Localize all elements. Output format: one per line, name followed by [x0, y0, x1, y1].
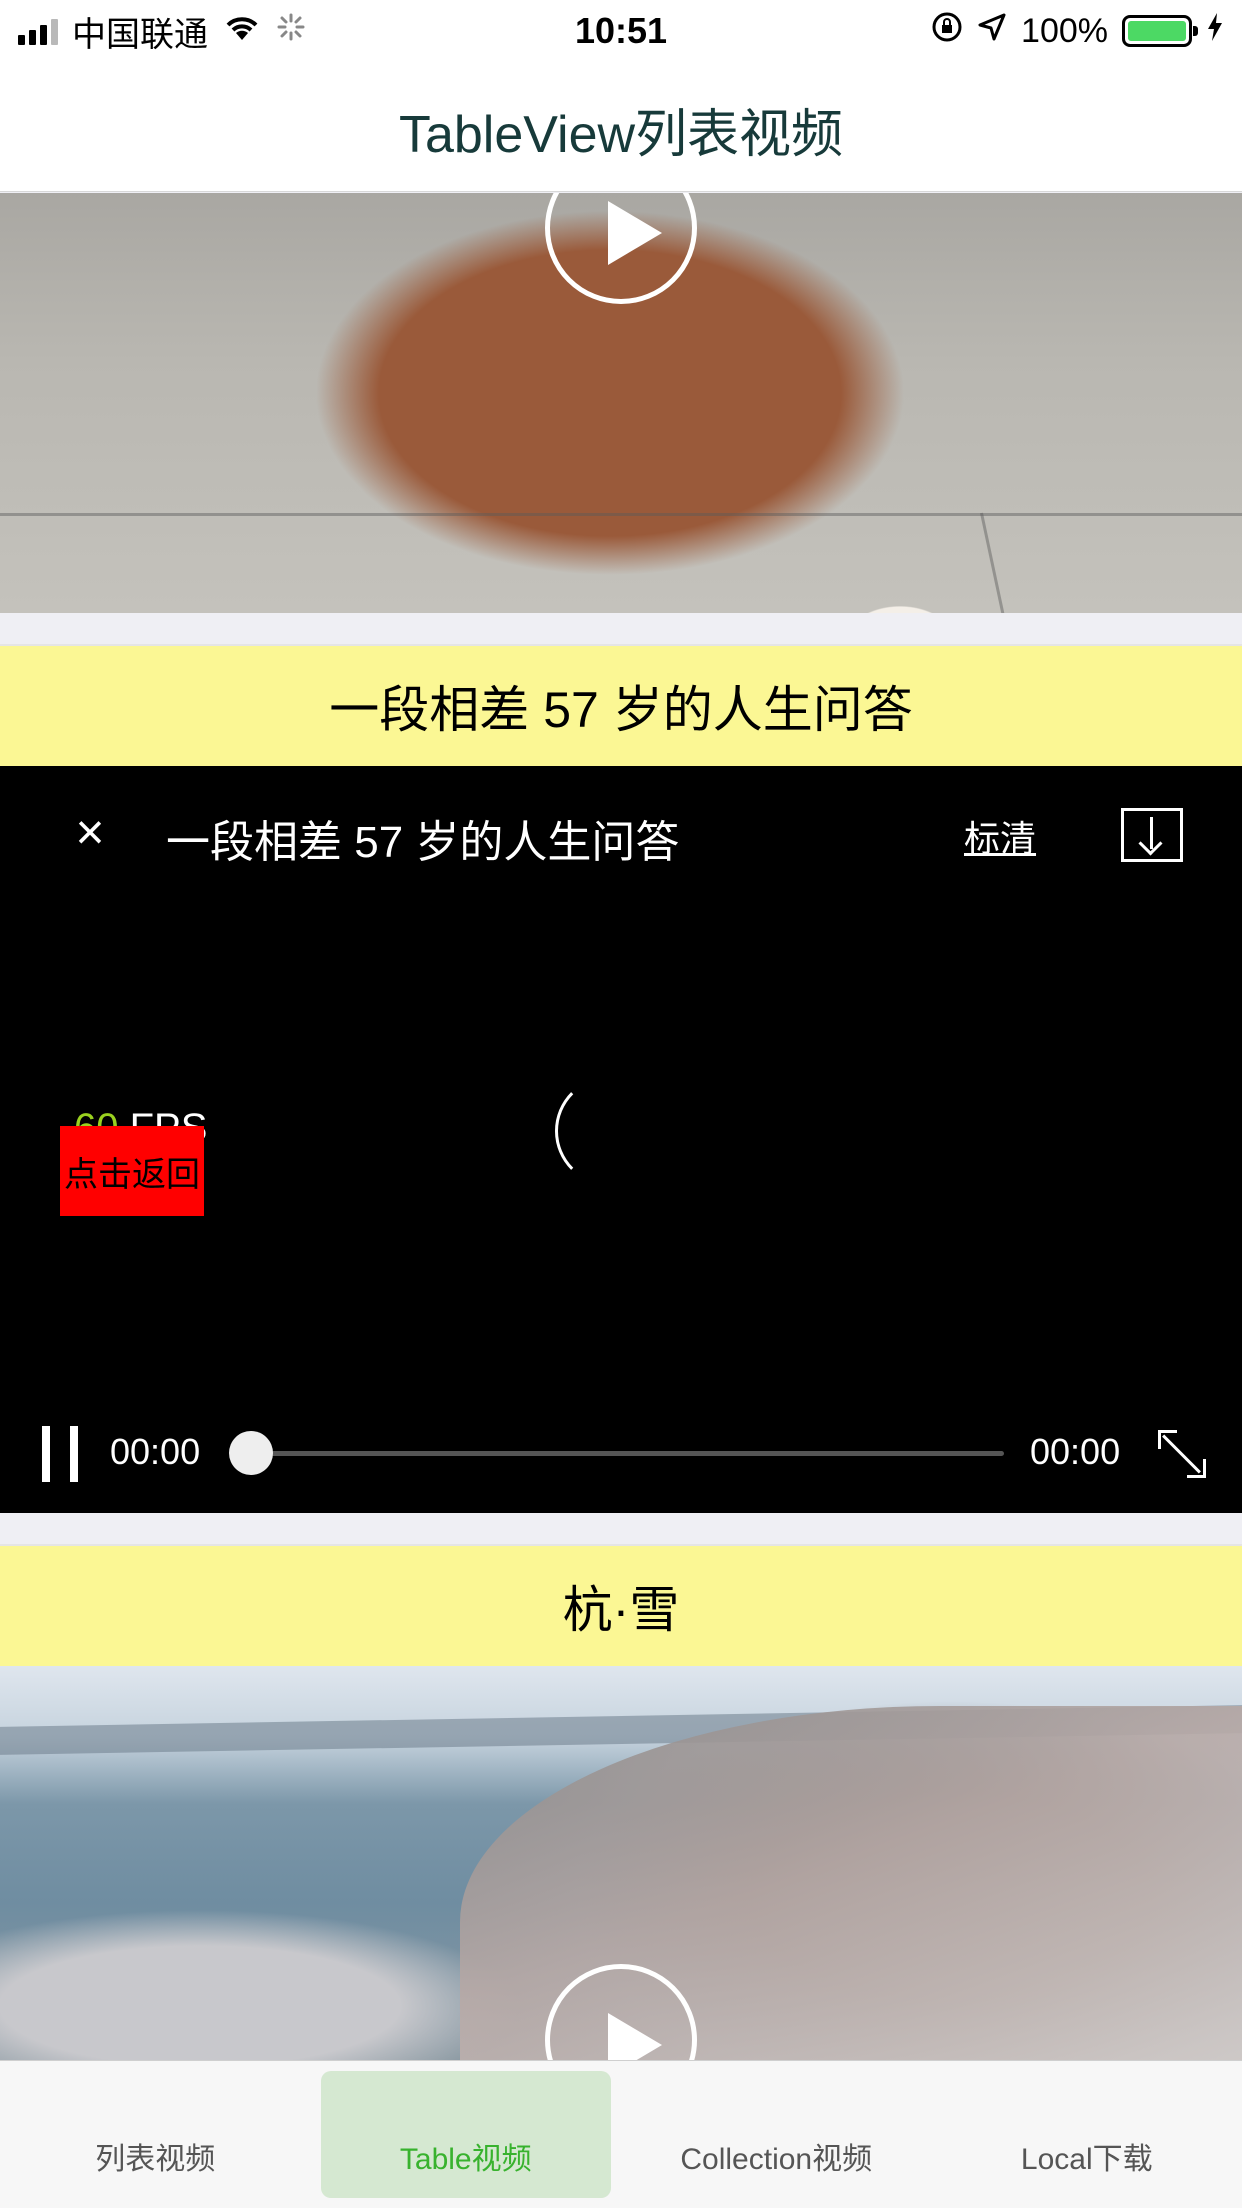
- fullscreen-icon[interactable]: [1158, 1430, 1206, 1478]
- quality-button[interactable]: 标清: [964, 810, 1036, 862]
- tab-label: Local下载: [1020, 2143, 1153, 2176]
- progress-thumb[interactable]: [229, 1431, 273, 1475]
- current-time: 00:00: [110, 1431, 201, 1472]
- tab-label: Collection视频: [680, 2143, 873, 2176]
- cell-title: 一段相差 57 岁的人生问答: [0, 644, 1242, 766]
- orientation-lock-icon: [931, 11, 963, 52]
- video-thumbnail-snow[interactable]: [0, 1666, 1242, 2061]
- pavement-line: [0, 513, 1242, 516]
- charging-bolt-icon: [1206, 12, 1224, 51]
- battery-fill: [1128, 21, 1186, 41]
- loading-spinner-icon: [555, 1076, 665, 1186]
- tab-local-download[interactable]: Local下载: [932, 2061, 1242, 2208]
- cell-separator: [0, 613, 1242, 644]
- battery-percent: 100%: [1021, 11, 1108, 50]
- cell-title: 杭·雪: [0, 1544, 1242, 1666]
- progress-slider[interactable]: [252, 1451, 1004, 1456]
- back-button[interactable]: 点击返回: [60, 1126, 204, 1216]
- status-bar: 中国联通 10:51 100%: [0, 0, 1242, 62]
- tab-table-video[interactable]: Table视频: [311, 2061, 622, 2208]
- tab-label: Table视频: [399, 2143, 532, 2176]
- download-icon[interactable]: [1121, 808, 1183, 862]
- battery-icon: [1122, 15, 1198, 47]
- tab-bar: 列表视频 Table视频 Collection视频 Local下载: [0, 2060, 1242, 2208]
- tab-collection-video[interactable]: Collection视频: [621, 2061, 932, 2208]
- pavement-line: [980, 512, 1008, 613]
- cell-separator: [0, 1513, 1242, 1544]
- pause-icon[interactable]: [42, 1426, 78, 1482]
- video-thumbnail-dog[interactable]: [0, 193, 1242, 613]
- status-right: 100%: [931, 10, 1224, 52]
- total-time: 00:00: [1030, 1431, 1121, 1472]
- player-title: 一段相差 57 岁的人生问答: [166, 818, 680, 867]
- tab-label: 列表视频: [95, 2143, 216, 2176]
- page-title: TableView列表视频: [398, 106, 844, 164]
- navigation-bar: TableView列表视频: [0, 62, 1242, 192]
- tab-list-video[interactable]: 列表视频: [0, 2061, 311, 2208]
- close-icon[interactable]: ×: [68, 807, 112, 857]
- play-button[interactable]: [545, 193, 697, 304]
- location-icon: [977, 12, 1007, 51]
- video-player[interactable]: × 一段相差 57 岁的人生问答 标清 60 FPS 点击返回 00:00 00…: [0, 766, 1242, 1513]
